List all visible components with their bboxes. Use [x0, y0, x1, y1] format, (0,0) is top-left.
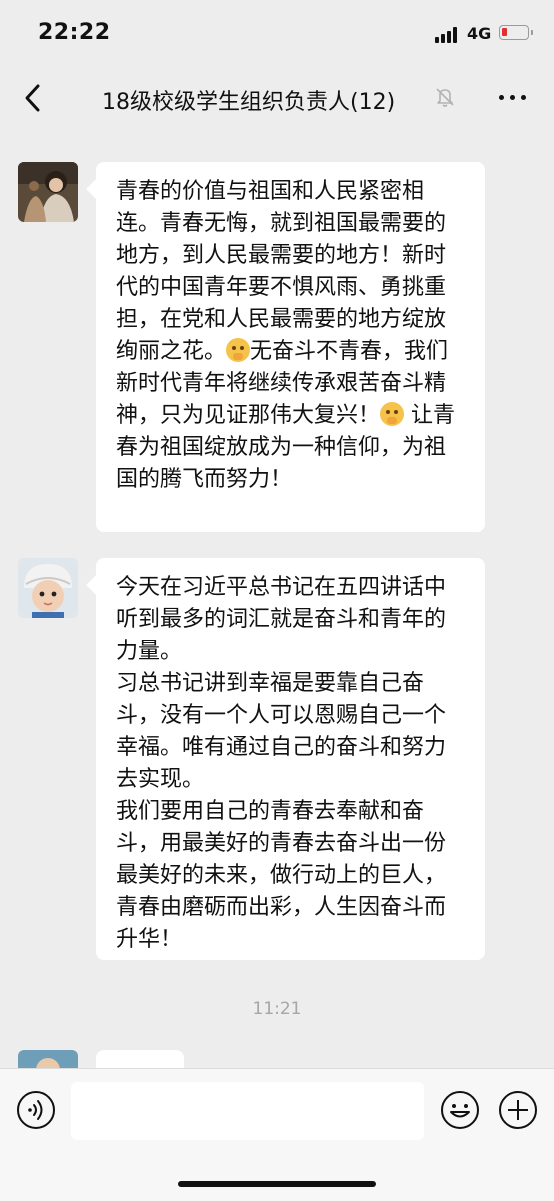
- plus-icon: [499, 1091, 537, 1129]
- back-button[interactable]: [18, 80, 48, 116]
- chat-header: 18级校级学生组织负责人(12): [0, 66, 554, 130]
- back-icon: [25, 84, 40, 112]
- signal-icon: [435, 27, 461, 43]
- message-text: 今天在习近平总书记在五四讲话中听到最多的词汇就是奋斗和青年的力量。 习总书记讲到…: [116, 575, 447, 952]
- message-text: 青春的价值与祖国和人民紧密相连。青春无悔，就到祖国最需要的地方，到人民最需要的地…: [96, 162, 485, 508]
- input-bar: [0, 1068, 554, 1201]
- more-button[interactable]: [496, 84, 530, 110]
- status-bar: 22:22 4G: [0, 0, 554, 66]
- message-input[interactable]: [71, 1082, 424, 1140]
- message-bubble[interactable]: [96, 1050, 184, 1068]
- shushing-face-emoji: [226, 338, 251, 362]
- message-bubble[interactable]: 今天在习近平总书记在五四讲话中听到最多的词汇就是奋斗和青年的力量。 习总书记讲到…: [96, 558, 485, 960]
- message-text-part: 青春的价值与祖国和人民紧密相连。青春无悔，就到祖国最需要的地方，到人民最需要的地…: [116, 179, 447, 364]
- network-type: 4G: [467, 24, 492, 43]
- avatar[interactable]: [18, 1050, 78, 1068]
- message-timestamp: 11:21: [252, 999, 302, 1019]
- chat-title[interactable]: 18级校级学生组织负责人(12): [102, 84, 395, 116]
- battery-icon: [499, 25, 533, 40]
- plus-button[interactable]: [498, 1090, 538, 1130]
- avatar[interactable]: [18, 558, 78, 618]
- status-time: 22:22: [38, 20, 111, 45]
- avatar[interactable]: [18, 162, 78, 222]
- mute-bell-icon: [434, 86, 456, 108]
- voice-icon: [17, 1091, 55, 1129]
- voice-button[interactable]: [16, 1090, 56, 1130]
- shushing-face-emoji: [380, 402, 405, 426]
- message-bubble[interactable]: 青春的价值与祖国和人民紧密相连。青春无悔，就到祖国最需要的地方，到人民最需要的地…: [96, 162, 485, 532]
- emoji-button[interactable]: [440, 1090, 480, 1130]
- emoji-icon: [441, 1091, 479, 1129]
- home-indicator[interactable]: [178, 1181, 376, 1187]
